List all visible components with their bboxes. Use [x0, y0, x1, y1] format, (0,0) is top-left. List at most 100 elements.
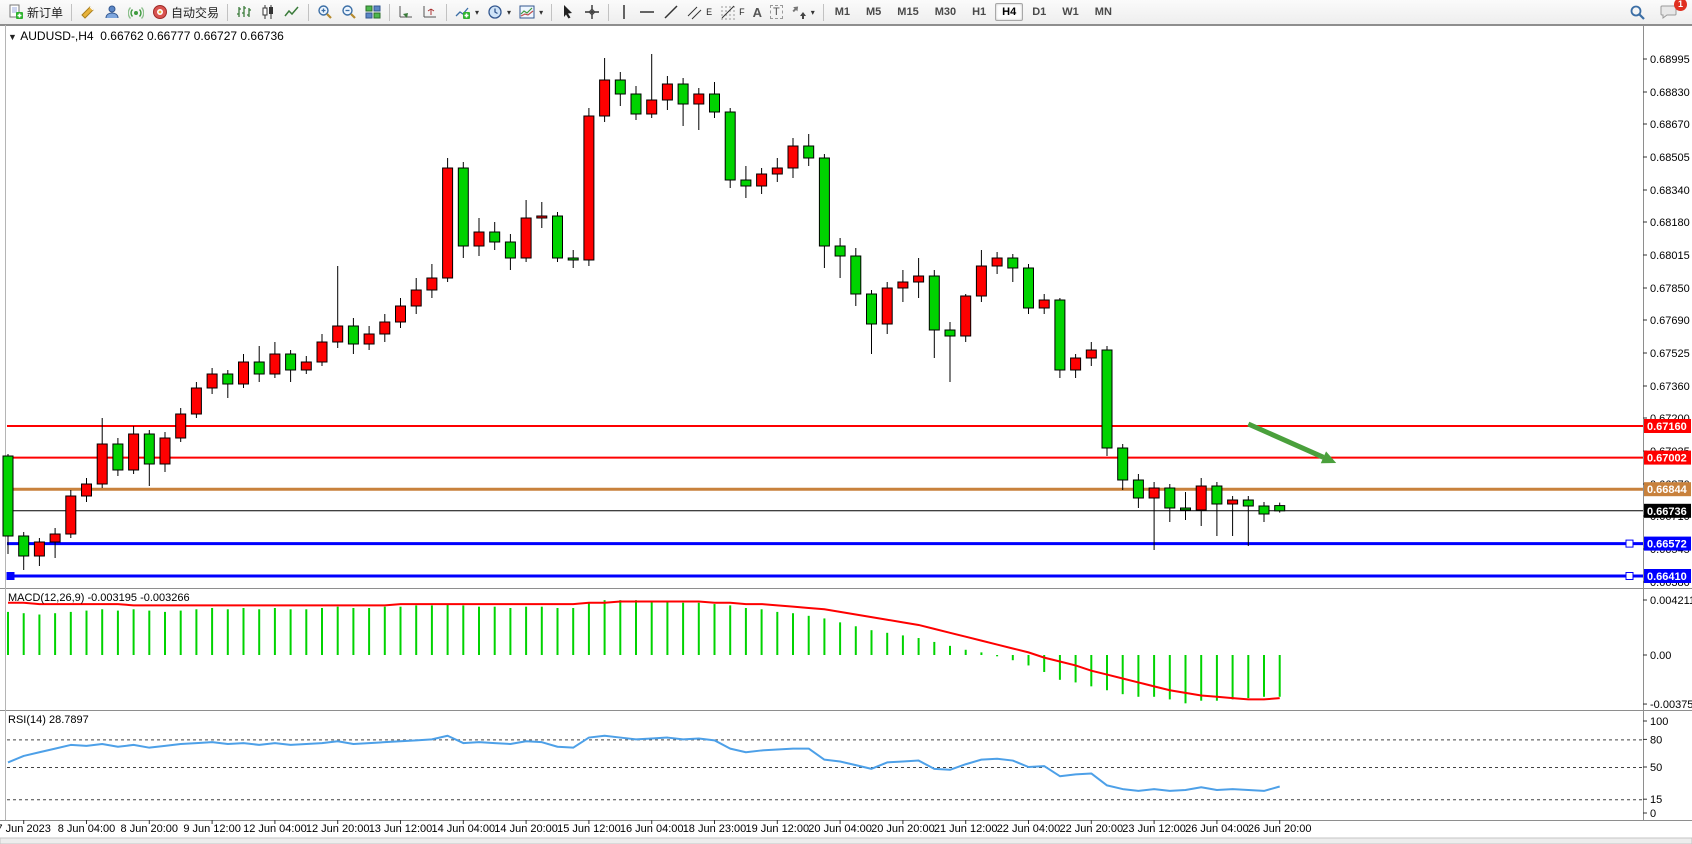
macd-tick-label: 0.004211 [1650, 595, 1692, 607]
styler-button[interactable] [76, 1, 100, 24]
candle [725, 108, 735, 188]
channel-tool-button[interactable]: E [683, 1, 716, 24]
search-button[interactable] [1625, 1, 1650, 24]
candle-body [317, 342, 327, 362]
dropdown-arrow-icon: ▾ [475, 8, 479, 17]
auto-scroll-button[interactable] [394, 1, 418, 24]
rsi-tick-label: 15 [1650, 794, 1662, 806]
templates-button[interactable]: ▾ [515, 1, 547, 24]
vertical-line-tool-button[interactable] [613, 1, 635, 24]
candle-body [1008, 258, 1018, 268]
timeframe-button-mn[interactable]: MN [1088, 3, 1119, 21]
time-tick-label: 22 Jun 04:00 [997, 823, 1061, 835]
candlestick-mode-button[interactable] [256, 1, 280, 24]
candle-body [19, 536, 29, 556]
new-order-button[interactable]: 新订单 [4, 1, 67, 24]
auto-trading-button[interactable]: 自动交易 [148, 1, 223, 24]
candle-body [113, 444, 123, 470]
fibonacci-icon [720, 4, 736, 20]
candle-body [82, 484, 92, 496]
periods-button[interactable]: ▾ [483, 1, 515, 24]
timeframe-button-w1[interactable]: W1 [1055, 3, 1086, 21]
dropdown-arrow-icon: ▾ [539, 8, 543, 17]
time-tick-label: 20 Jun 20:00 [871, 823, 935, 835]
time-tick-label: 22 Jun 20:00 [1059, 823, 1123, 835]
chart-shift-button[interactable] [418, 1, 442, 24]
candle-body [176, 414, 186, 438]
price-tag: 0.66736 [1644, 504, 1691, 518]
zoom-out-icon [341, 4, 357, 20]
candle-body [678, 84, 688, 104]
timeframe-button-m15[interactable]: M15 [890, 3, 925, 21]
crosshair-icon [584, 4, 600, 20]
price-tag-label: 0.66410 [1647, 571, 1687, 583]
price-tick-label: 0.68670 [1650, 119, 1690, 131]
candle-body [490, 232, 500, 242]
dropdown-arrow-icon: ▾ [507, 8, 511, 17]
price-tick-label: 0.67850 [1650, 283, 1690, 295]
horizontal-line-icon [639, 4, 655, 20]
candle-body [804, 146, 814, 158]
template-icon [519, 4, 535, 20]
candle-body [333, 326, 343, 342]
tile-windows-button[interactable] [361, 1, 385, 24]
price-tag: 0.66844 [1644, 482, 1691, 496]
candle-body [34, 542, 44, 556]
time-tick-label: 19 Jun 12:00 [745, 823, 809, 835]
zoom-out-button[interactable] [337, 1, 361, 24]
timeframe-button-h4[interactable]: H4 [995, 3, 1023, 21]
arrows-tool-button[interactable]: ▾ [787, 1, 819, 24]
signals-button[interactable] [124, 1, 148, 24]
zoom-in-button[interactable] [313, 1, 337, 24]
time-tick-label: 7 Jun 2023 [0, 823, 51, 835]
candle-body [961, 296, 971, 336]
candle-body [819, 158, 829, 246]
candle-body [992, 258, 1002, 266]
bottom-strip[interactable] [0, 838, 1692, 844]
toolbar-separator [551, 4, 552, 21]
trendline-tool-button[interactable] [659, 1, 683, 24]
candle-body [1228, 500, 1238, 504]
profile-button[interactable] [100, 1, 124, 24]
label-tool-button[interactable]: T [766, 1, 787, 24]
rsi-tick-label: 0 [1650, 808, 1656, 820]
hline-handle[interactable] [7, 573, 14, 580]
rsi-tick-label: 80 [1650, 734, 1662, 746]
horizontal-line-tool-button[interactable] [635, 1, 659, 24]
line-chart-mode-button[interactable] [280, 1, 304, 24]
text-tool-button[interactable]: A [749, 1, 766, 24]
collapse-trade-panel-icon[interactable]: ▼ [8, 32, 17, 42]
rsi-tick-label: 100 [1650, 716, 1668, 728]
toolbar-separator [389, 4, 390, 21]
fibonacci-label: F [739, 7, 745, 17]
vertical-line-icon [617, 4, 631, 20]
candle-body [662, 84, 672, 100]
hline-handle[interactable] [1626, 540, 1633, 547]
candle-body [66, 496, 76, 534]
trendline-icon [663, 4, 679, 20]
cursor-tool-button[interactable] [556, 1, 580, 24]
crosshair-tool-button[interactable] [580, 1, 604, 24]
macd-tick-label: -0.003755 [1650, 699, 1692, 711]
timeframe-button-h1[interactable]: H1 [965, 3, 993, 21]
fibonacci-tool-button[interactable]: F [716, 1, 749, 24]
time-axis[interactable]: 7 Jun 20238 Jun 04:008 Jun 20:009 Jun 12… [0, 820, 1312, 835]
timeframe-button-d1[interactable]: D1 [1025, 3, 1053, 21]
candle-body [1039, 300, 1049, 308]
hline-handle[interactable] [1626, 573, 1633, 580]
bar-chart-mode-button[interactable] [232, 1, 256, 24]
candle-body [1118, 448, 1128, 480]
timeframe-button-m5[interactable]: M5 [859, 3, 888, 21]
timeframe-button-m30[interactable]: M30 [928, 3, 963, 21]
chart-shift-icon [422, 4, 438, 20]
timeframe-button-m1[interactable]: M1 [828, 3, 857, 21]
candle-body [647, 100, 657, 114]
candle [1024, 264, 1034, 314]
notifications-button[interactable]: 1 [1656, 1, 1682, 24]
indicators-button[interactable]: ▾ [451, 1, 483, 24]
candle-body [1243, 500, 1253, 506]
symbol-period-label: AUDUSD-,H4 [20, 29, 93, 43]
candle-body [600, 80, 610, 116]
candle-body [1212, 486, 1222, 504]
chart-canvas[interactable]: 0.689950.688300.686700.685050.683400.681… [0, 0, 1692, 844]
